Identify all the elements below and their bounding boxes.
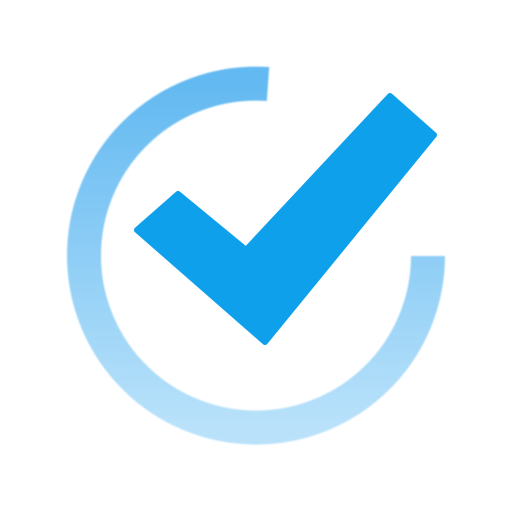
logo-canvas — [0, 0, 512, 512]
checkmark-circle-logo — [67, 66, 445, 445]
checkmark-icon — [134, 93, 437, 345]
